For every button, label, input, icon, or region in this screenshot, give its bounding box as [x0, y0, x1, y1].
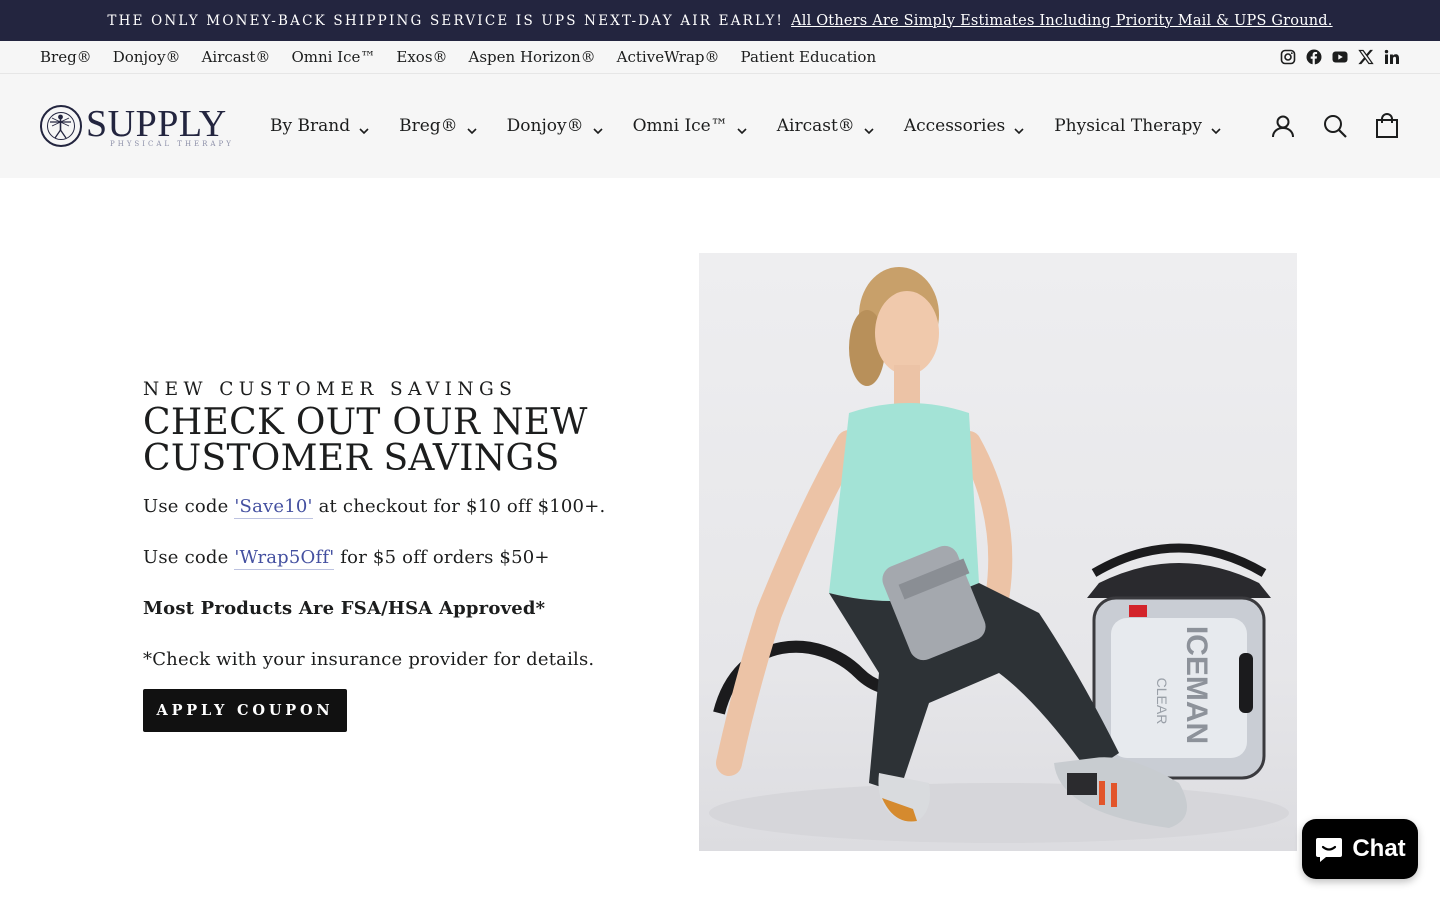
hero-headline: CHECK OUT OUR NEW CUSTOMER SAVINGS: [143, 405, 663, 477]
promo-text: for $5 off orders $50+: [334, 547, 550, 568]
chevron-down-icon: [359, 121, 369, 135]
nav-item-label: Accessories: [903, 116, 1006, 136]
logo-title: SUPPLY: [86, 102, 227, 145]
account-icon[interactable]: [1270, 113, 1296, 139]
nav-item-label: Omni Ice™: [632, 116, 728, 136]
nav-item-breg[interactable]: Breg®: [399, 116, 507, 136]
hero-eyebrow: NEW CUSTOMER SAVINGS: [143, 379, 518, 400]
utility-link-donjoy[interactable]: Donjoy®: [113, 48, 181, 66]
hero-headline-line2: CUSTOMER SAVINGS: [143, 438, 560, 479]
nav-item-by-brand[interactable]: By Brand: [270, 116, 399, 136]
nav-item-label: Physical Therapy: [1054, 116, 1202, 136]
nav-item-omni-ice[interactable]: Omni Ice™: [633, 116, 777, 136]
utility-link-activewrap[interactable]: ActiveWrap®: [617, 48, 720, 66]
utility-link-aspen-horizon[interactable]: Aspen Horizon®: [469, 48, 596, 66]
nav-item-label: Donjoy®: [506, 116, 584, 136]
fsa-hsa-note: Most Products Are FSA/HSA Approved*: [143, 598, 546, 619]
youtube-icon[interactable]: [1332, 49, 1348, 65]
nav-item-label: Breg®: [399, 116, 458, 136]
utility-link-exos[interactable]: Exos®: [396, 48, 447, 66]
linkedin-icon[interactable]: [1384, 49, 1400, 65]
promo-text: at checkout for $10 off $100+.: [312, 496, 606, 517]
coupon-code-wrap5off[interactable]: 'Wrap5Off': [234, 547, 335, 570]
promo-wrap5off: Use code 'Wrap5Off' for $5 off orders $5…: [143, 546, 663, 570]
promo-text: Use code: [143, 547, 235, 568]
search-icon[interactable]: [1322, 113, 1348, 139]
nav-item-accessories[interactable]: Accessories: [904, 116, 1054, 136]
utility-link-aircast[interactable]: Aircast®: [202, 48, 271, 66]
announcement-bar: THE ONLY MONEY-BACK SHIPPING SERVICE IS …: [0, 0, 1440, 41]
nav-item-aircast[interactable]: Aircast®: [777, 116, 904, 136]
x-icon[interactable]: [1358, 49, 1374, 65]
nav-item-physical-therapy[interactable]: Physical Therapy: [1054, 116, 1251, 136]
apply-coupon-button[interactable]: APPLY COUPON: [143, 689, 347, 732]
logo-subtitle: PHYSICAL THERAPY: [110, 139, 234, 148]
chat-button[interactable]: Chat: [1302, 819, 1418, 879]
chevron-down-icon: [737, 121, 747, 135]
cooler-sub-text: CLEAR: [1154, 678, 1170, 725]
hero-image: ICEMAN CLEAR: [699, 253, 1297, 851]
promo-save10: Use code 'Save10' at checkout for $10 of…: [143, 495, 663, 519]
vitruvian-emblem-icon: [40, 105, 82, 147]
chevron-down-icon: [1211, 121, 1221, 135]
utility-nav: Breg® Donjoy® Aircast® Omni Ice™ Exos® A…: [40, 48, 876, 66]
header-icons: [1270, 113, 1400, 139]
hero-product-illustration: ICEMAN CLEAR: [709, 267, 1289, 843]
nav-item-label: By Brand: [270, 116, 351, 136]
logo-wordmark: SUPPLY PHYSICAL THERAPY: [86, 105, 234, 148]
facebook-icon[interactable]: [1306, 49, 1322, 65]
main-nav: By Brand Breg® Donjoy® Omni Ice™ Aircast…: [270, 116, 1251, 136]
chat-label: Chat: [1352, 835, 1406, 862]
coupon-code-save10[interactable]: 'Save10': [234, 496, 313, 519]
iceman-cooler: ICEMAN CLEAR: [1087, 543, 1271, 780]
hero-headline-line1: CHECK OUT OUR NEW: [143, 402, 588, 443]
announcement-text: THE ONLY MONEY-BACK SHIPPING SERVICE IS …: [107, 12, 785, 29]
utility-link-patient-education[interactable]: Patient Education: [741, 48, 877, 66]
site-header: SUPPLY PHYSICAL THERAPY By Brand Breg® D…: [0, 74, 1440, 178]
insurance-disclaimer: *Check with your insurance provider for …: [143, 649, 595, 670]
utility-link-omni-ice[interactable]: Omni Ice™: [291, 48, 375, 66]
hero-text-block: NEW CUSTOMER SAVINGS CHECK OUT OUR NEW C…: [143, 380, 663, 732]
chevron-down-icon: [467, 121, 477, 135]
promo-text: Use code: [143, 496, 235, 517]
nav-item-label: Aircast®: [776, 116, 855, 136]
cooler-brand-text: ICEMAN: [1180, 626, 1213, 744]
chevron-down-icon: [864, 121, 874, 135]
utility-link-breg[interactable]: Breg®: [40, 48, 92, 66]
nav-item-donjoy[interactable]: Donjoy®: [507, 116, 633, 136]
instagram-icon[interactable]: [1280, 49, 1296, 65]
chat-bubble-icon: [1314, 835, 1344, 863]
utility-bar: Breg® Donjoy® Aircast® Omni Ice™ Exos® A…: [0, 41, 1440, 74]
cart-icon[interactable]: [1374, 113, 1400, 139]
announcement-link[interactable]: All Others Are Simply Estimates Includin…: [791, 13, 1333, 29]
site-logo[interactable]: SUPPLY PHYSICAL THERAPY: [40, 103, 240, 149]
chevron-down-icon: [593, 121, 603, 135]
chevron-down-icon: [1014, 121, 1024, 135]
social-links: [1280, 49, 1400, 65]
